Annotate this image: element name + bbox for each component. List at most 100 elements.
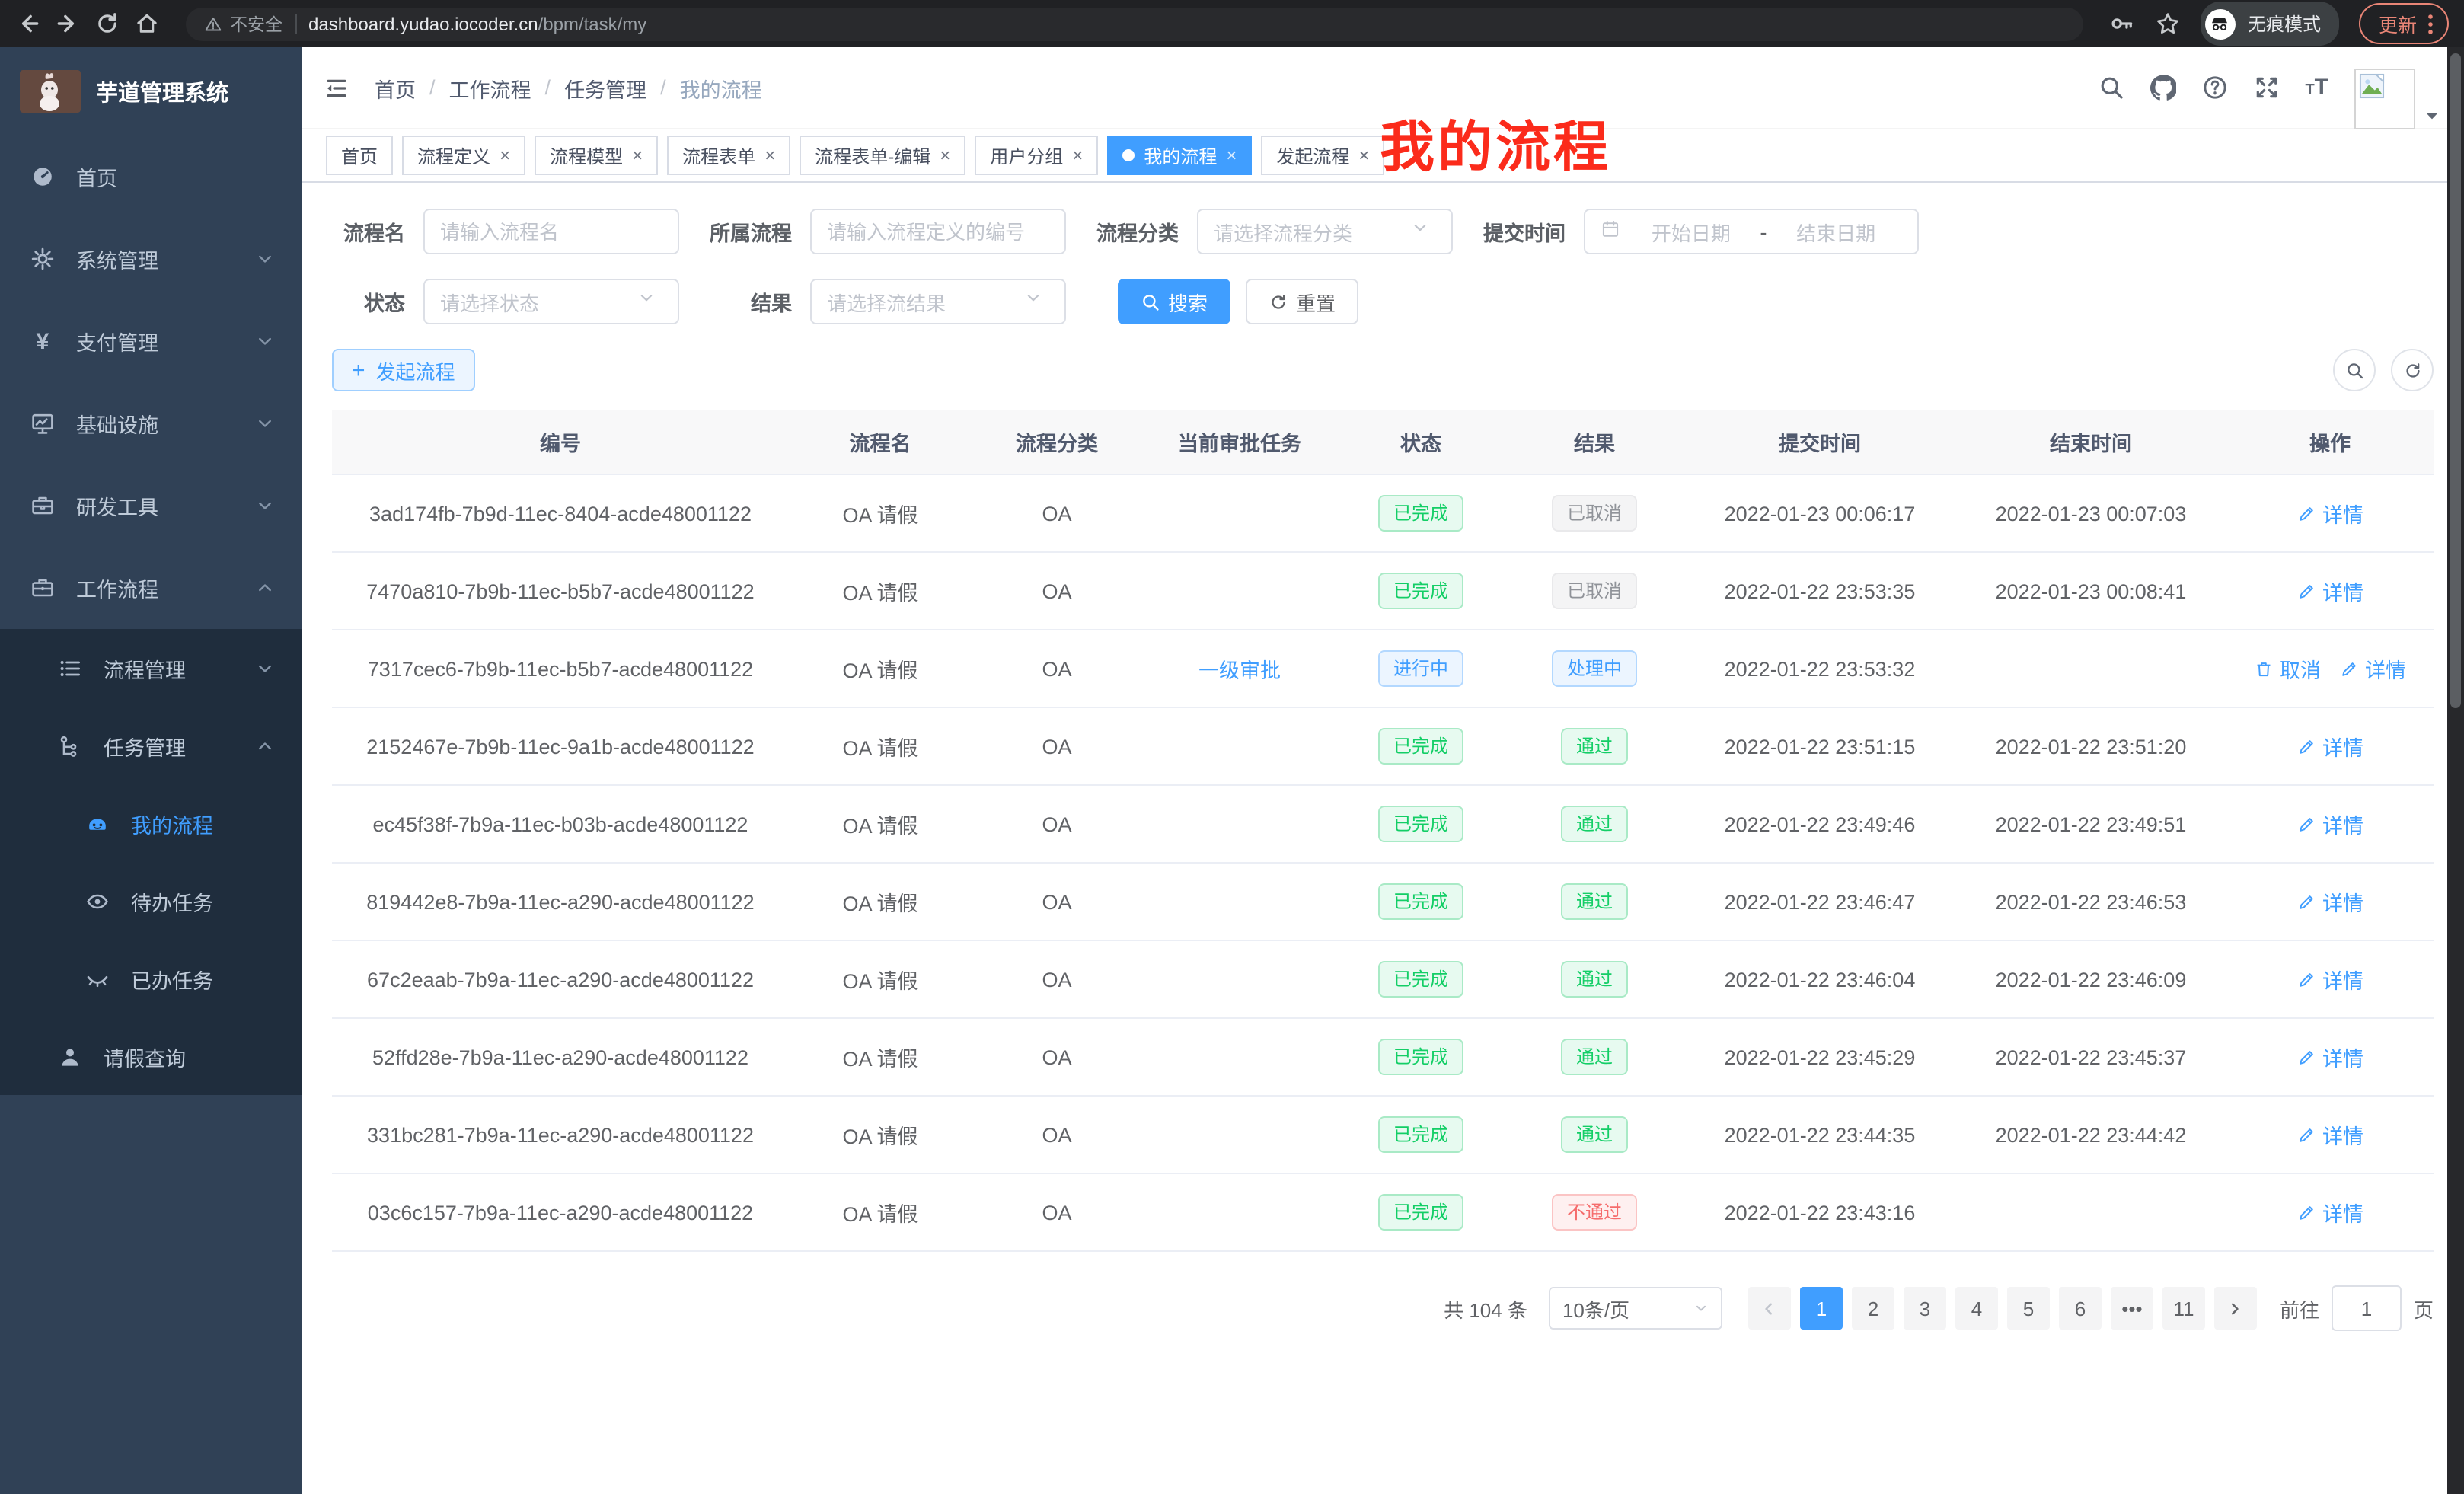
close-icon[interactable]: × bbox=[1358, 146, 1369, 164]
table-row: 331bc281-7b9a-11ec-a290-acde48001122OA 请… bbox=[332, 1096, 2434, 1173]
tab-我的流程[interactable]: 我的流程× bbox=[1107, 136, 1252, 175]
page-button[interactable]: 6 bbox=[2059, 1287, 2102, 1330]
prev-page-button[interactable] bbox=[1748, 1287, 1791, 1330]
cell-result: 通过 bbox=[1505, 1018, 1684, 1096]
filter-select[interactable]: 请选择流程分类 bbox=[1197, 209, 1453, 254]
tab-流程定义[interactable]: 流程定义× bbox=[402, 136, 525, 175]
toggle-search-button[interactable] bbox=[2333, 349, 2376, 391]
sidebar-item-process-mgmt[interactable]: 流程管理 bbox=[0, 629, 302, 707]
scrollbar-thumb[interactable] bbox=[2450, 53, 2461, 708]
sidebar-item-task-mgmt[interactable]: 任务管理 bbox=[0, 707, 302, 784]
menu-dots-icon[interactable] bbox=[2427, 13, 2434, 34]
cell-actions: 详情 bbox=[2226, 1173, 2434, 1251]
goto-page: 前往 页 bbox=[2280, 1285, 2434, 1331]
close-icon[interactable]: × bbox=[500, 146, 510, 164]
filter-select[interactable]: 请选择状态 bbox=[423, 279, 679, 324]
close-icon[interactable]: × bbox=[764, 146, 775, 164]
fontsize-icon[interactable]: TT bbox=[2305, 75, 2328, 100]
update-button[interactable]: 更新 bbox=[2359, 3, 2449, 44]
page-button[interactable]: 1 bbox=[1800, 1287, 1843, 1330]
sidebar-toggle-icon[interactable] bbox=[323, 74, 350, 101]
page-scrollbar[interactable] bbox=[2447, 47, 2464, 1494]
detail-action[interactable]: 详情 bbox=[2296, 731, 2363, 761]
detail-action[interactable]: 详情 bbox=[2296, 576, 2363, 606]
page-button[interactable]: 3 bbox=[1904, 1287, 1946, 1330]
reset-button[interactable]: 重置 bbox=[1246, 279, 1358, 324]
cell-submit-time: 2022-01-22 23:49:46 bbox=[1684, 785, 1955, 863]
page-button[interactable]: 4 bbox=[1955, 1287, 1998, 1330]
bookmark-star-icon[interactable] bbox=[2155, 11, 2181, 37]
cancel-action[interactable]: 取消 bbox=[2254, 653, 2321, 684]
url-bar[interactable]: 不安全 dashboard.yudao.iocoder.cn/bpm/task/… bbox=[186, 7, 2083, 40]
filter-input[interactable] bbox=[423, 209, 679, 254]
key-icon[interactable] bbox=[2109, 11, 2135, 37]
delete-icon bbox=[2254, 659, 2274, 678]
forward-icon[interactable] bbox=[55, 11, 81, 37]
tab-用户分组[interactable]: 用户分组× bbox=[975, 136, 1098, 175]
security-badge[interactable]: 不安全 bbox=[204, 11, 282, 36]
sidebar-item-payment[interactable]: ¥支付管理 bbox=[0, 300, 302, 382]
search-button[interactable]: 搜索 bbox=[1118, 279, 1230, 324]
avatar[interactable] bbox=[2354, 68, 2415, 129]
cell-end-time: 2022-01-23 00:07:03 bbox=[1955, 474, 2226, 552]
detail-action[interactable]: 详情 bbox=[2296, 1197, 2363, 1227]
back-icon[interactable] bbox=[15, 11, 41, 37]
sidebar-item-system[interactable]: 系统管理 bbox=[0, 218, 302, 300]
create-process-button[interactable]: + 发起流程 bbox=[332, 349, 475, 391]
task-link[interactable]: 一级审批 bbox=[1198, 653, 1281, 684]
next-page-button[interactable] bbox=[2214, 1287, 2257, 1330]
filter-input[interactable] bbox=[810, 209, 1066, 254]
breadcrumb-item[interactable]: 首页 bbox=[375, 72, 416, 103]
detail-action[interactable]: 详情 bbox=[2296, 964, 2363, 994]
sidebar-item-my-process[interactable]: 我的流程 bbox=[0, 784, 302, 862]
cell-category: OA bbox=[972, 1096, 1142, 1173]
sidebar-item-done-tasks[interactable]: 已办任务 bbox=[0, 940, 302, 1017]
annotation-title: 我的流程 bbox=[1380, 104, 1611, 183]
cell-result: 已取消 bbox=[1505, 474, 1684, 552]
column-header: 当前审批任务 bbox=[1142, 410, 1337, 474]
sidebar-item-leave-query[interactable]: 请假查询 bbox=[0, 1017, 302, 1095]
goto-input[interactable] bbox=[2332, 1285, 2402, 1331]
breadcrumb-item[interactable]: 工作流程 bbox=[449, 72, 531, 103]
date-range-picker[interactable]: 开始日期-结束日期 bbox=[1584, 209, 1919, 254]
filter-item: 流程名 bbox=[332, 209, 679, 254]
page-size-select[interactable]: 10条/页 bbox=[1549, 1287, 1722, 1330]
detail-action[interactable]: 详情 bbox=[2296, 886, 2363, 917]
filter-select[interactable]: 请选择流结果 bbox=[810, 279, 1066, 324]
detail-action[interactable]: 详情 bbox=[2296, 498, 2363, 528]
more-pages-button[interactable]: ••• bbox=[2111, 1287, 2153, 1330]
page-button[interactable]: 11 bbox=[2162, 1287, 2205, 1330]
result-badge: 已取消 bbox=[1552, 573, 1637, 609]
page-button[interactable]: 5 bbox=[2007, 1287, 2050, 1330]
close-icon[interactable]: × bbox=[1226, 146, 1237, 164]
sidebar-item-label: 任务管理 bbox=[104, 730, 235, 761]
chevron-down-icon bbox=[1025, 289, 1049, 314]
sidebar-item-dev-tools[interactable]: 研发工具 bbox=[0, 464, 302, 547]
tab-发起流程[interactable]: 发起流程× bbox=[1261, 136, 1384, 175]
close-icon[interactable]: × bbox=[940, 146, 950, 164]
detail-action[interactable]: 详情 bbox=[2296, 1119, 2363, 1150]
sidebar-item-todo-tasks[interactable]: 待办任务 bbox=[0, 862, 302, 940]
page-button[interactable]: 2 bbox=[1852, 1287, 1894, 1330]
filter-form: 流程名所属流程流程分类请选择流程分类提交时间开始日期-结束日期 状态请选择状态结… bbox=[332, 209, 2434, 324]
tab-流程表单[interactable]: 流程表单× bbox=[667, 136, 790, 175]
tab-首页[interactable]: 首页 bbox=[326, 136, 393, 175]
close-icon[interactable]: × bbox=[1072, 146, 1083, 164]
action-label: 详情 bbox=[2322, 886, 2363, 917]
tab-流程表单-编辑[interactable]: 流程表单-编辑× bbox=[800, 136, 965, 175]
reload-icon[interactable] bbox=[94, 11, 120, 37]
detail-action[interactable]: 详情 bbox=[2296, 809, 2363, 839]
tab-流程模型[interactable]: 流程模型× bbox=[535, 136, 658, 175]
refresh-button[interactable] bbox=[2391, 349, 2434, 391]
sidebar-item-workflow[interactable]: 工作流程 bbox=[0, 547, 302, 629]
detail-action[interactable]: 详情 bbox=[2296, 1042, 2363, 1072]
home-icon[interactable] bbox=[134, 11, 160, 37]
sidebar-item-home[interactable]: 首页 bbox=[0, 136, 302, 218]
close-icon[interactable]: × bbox=[632, 146, 643, 164]
detail-action[interactable]: 详情 bbox=[2339, 653, 2406, 684]
breadcrumb-item[interactable]: 任务管理 bbox=[564, 72, 646, 103]
caret-down-icon[interactable] bbox=[2424, 107, 2440, 123]
sidebar-item-infrastructure[interactable]: 基础设施 bbox=[0, 382, 302, 464]
breadcrumb-item: 我的流程 bbox=[680, 72, 762, 103]
sidebar-item-label: 已办任务 bbox=[131, 963, 274, 994]
